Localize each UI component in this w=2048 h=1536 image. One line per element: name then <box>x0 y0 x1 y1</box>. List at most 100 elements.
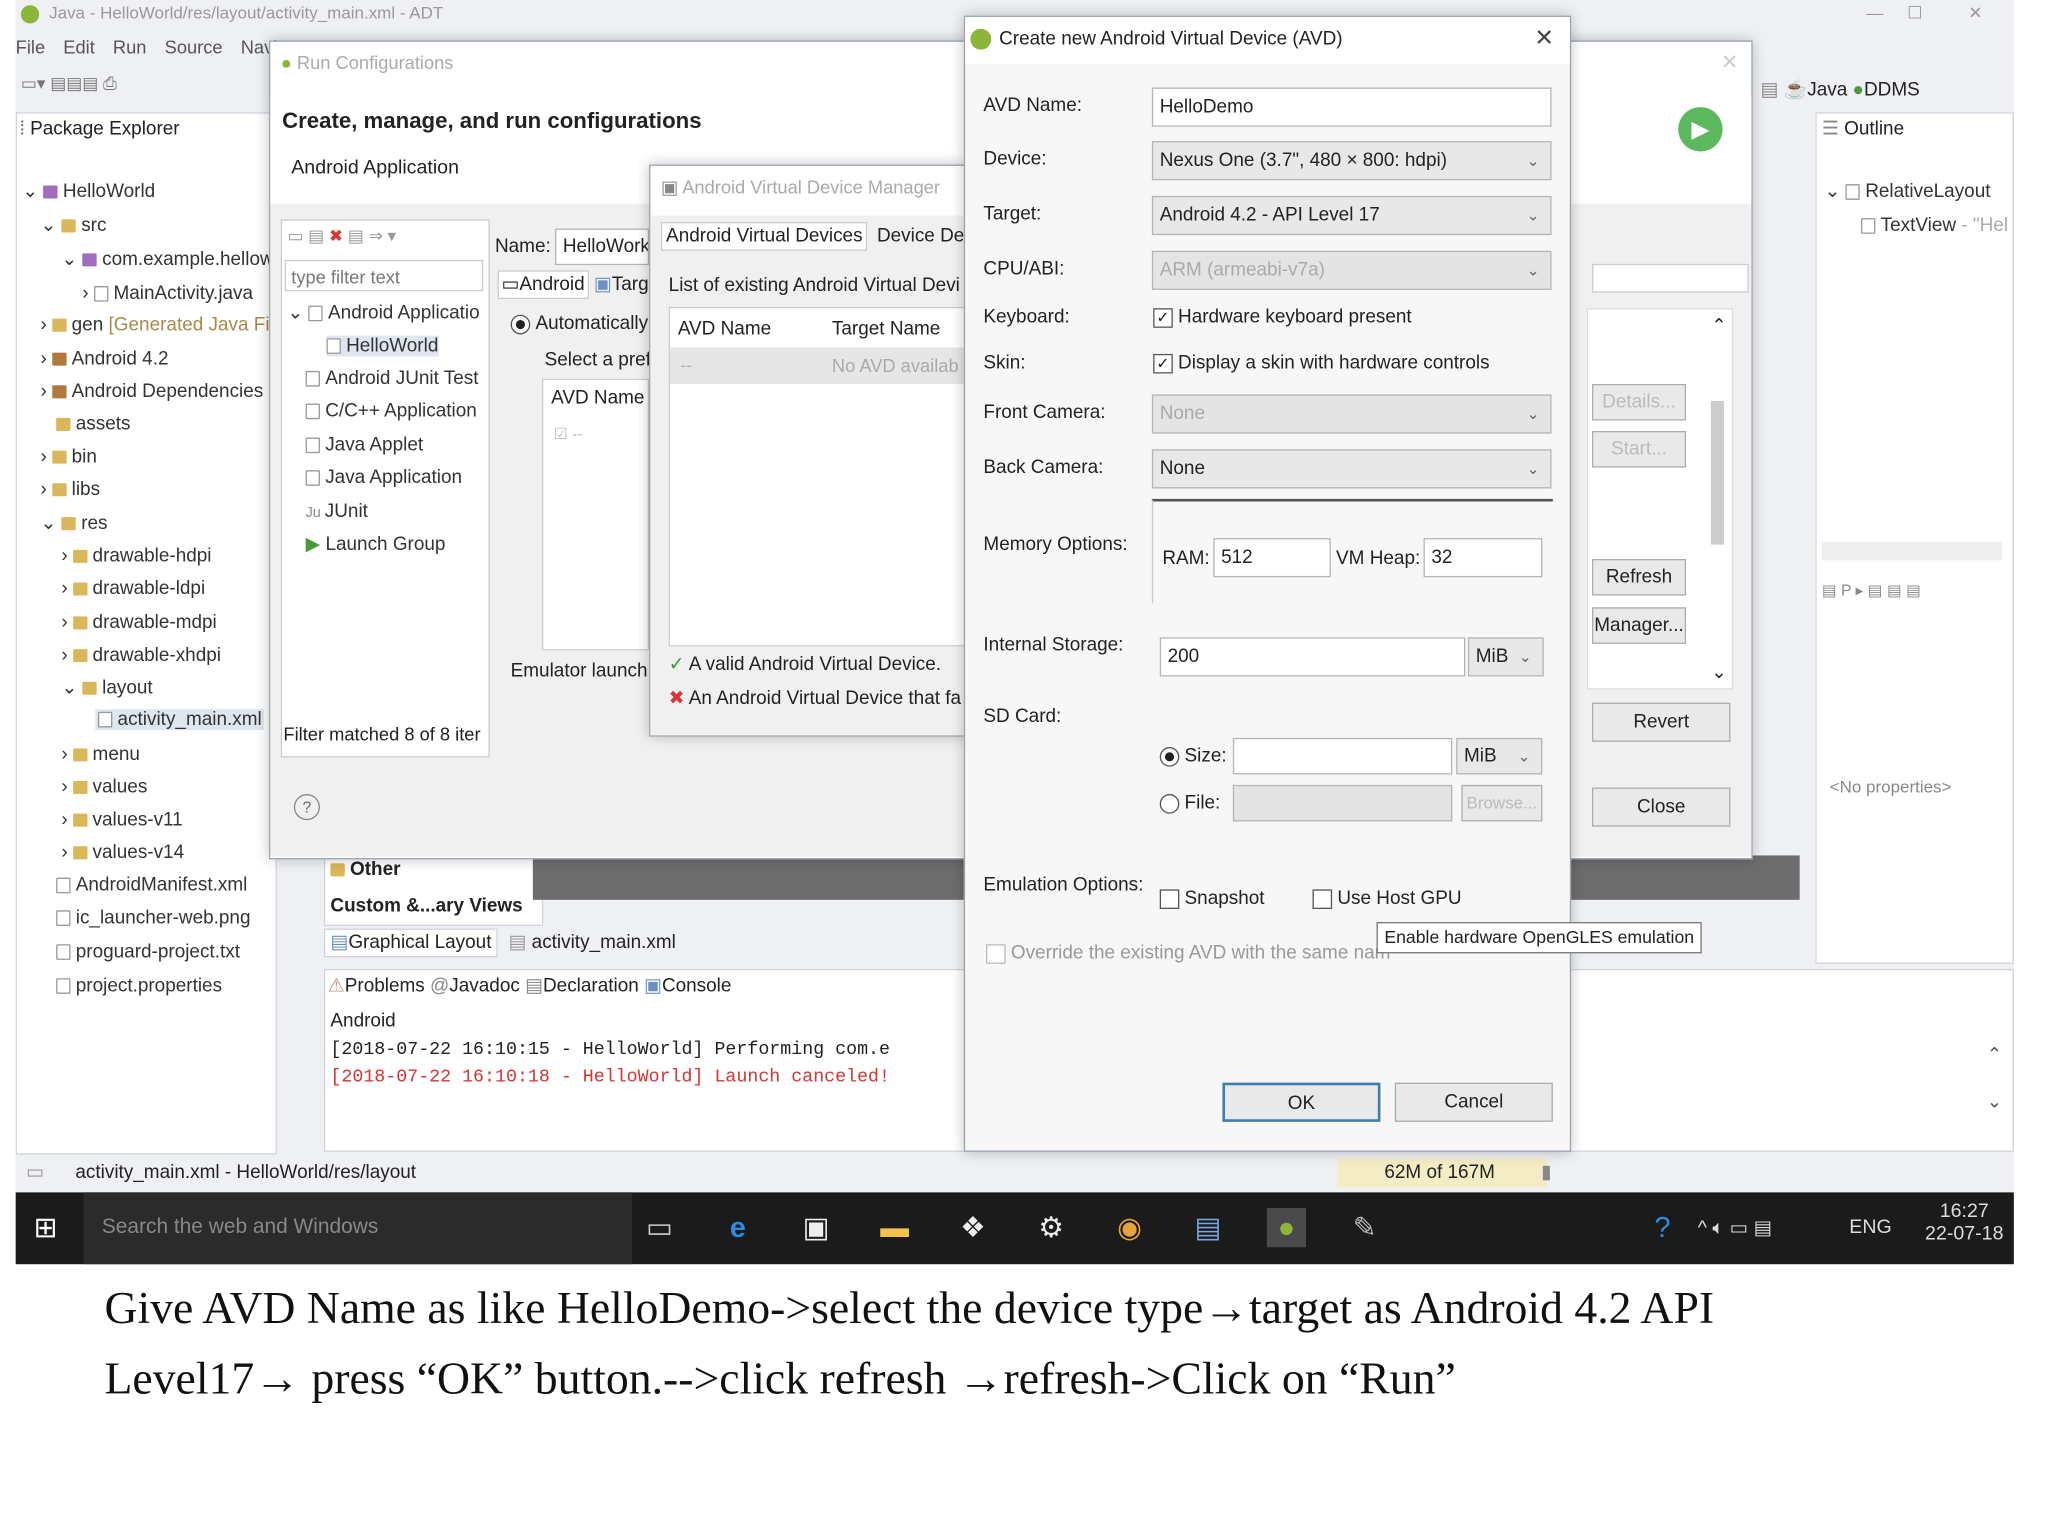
browse-button[interactable]: Browse... <box>1461 784 1543 822</box>
config-junit[interactable]: Ju JUnit <box>306 502 368 523</box>
windows-start-icon[interactable]: ⊞ <box>26 1208 65 1247</box>
auto-target-radio[interactable]: Automatically <box>510 313 648 334</box>
cancel-button[interactable]: Cancel <box>1394 1082 1553 1122</box>
edge-browser-icon[interactable]: e <box>718 1208 757 1247</box>
tree-values[interactable]: › values <box>61 777 147 798</box>
details-button[interactable]: Details... <box>1592 383 1687 421</box>
tree-res[interactable]: ⌄ res <box>40 513 107 534</box>
menu-source[interactable]: Source <box>165 37 223 58</box>
ok-button[interactable]: OK <box>1222 1082 1381 1122</box>
tree-project-properties[interactable]: project.properties <box>56 976 222 996</box>
tab-graphical-layout[interactable]: ▤Graphical Layout <box>323 928 499 958</box>
tab-declaration[interactable]: ▤Declaration <box>525 976 639 997</box>
avd-list-row[interactable]: -- No AVD availab <box>669 347 970 384</box>
tree-values-v11[interactable]: › values-v11 <box>61 810 182 831</box>
tree-manifest[interactable]: AndroidManifest.xml <box>56 875 247 896</box>
chrome-icon[interactable]: ◉ <box>1110 1208 1149 1247</box>
dropbox-icon[interactable]: ❖ <box>953 1208 992 1247</box>
console-scroll-up-icon[interactable]: ⌃ <box>1987 1043 2002 1065</box>
task-view-icon[interactable]: ▭ <box>640 1208 679 1247</box>
target-select[interactable]: Android 4.2 - API Level 17 ⌄ <box>1151 195 1552 236</box>
avd-name-input[interactable]: HelloDemo <box>1151 87 1552 127</box>
tree-drawable-xhdpi[interactable]: › drawable-xhdpi <box>61 645 221 666</box>
package-explorer-tab[interactable]: ⁞ Package Explorer <box>20 119 180 140</box>
tree-proguard[interactable]: proguard-project.txt <box>56 942 240 963</box>
file-explorer-icon[interactable]: ▬ <box>875 1208 914 1247</box>
menu-file[interactable]: File <box>16 37 45 58</box>
help-icon[interactable]: ? <box>293 794 320 821</box>
palette-custom-views[interactable]: Custom &...ary Views <box>330 896 522 917</box>
perspective-java[interactable]: ☕Java <box>1784 80 1848 101</box>
palette-other[interactable]: Other <box>330 859 401 880</box>
sdcard-file-radio[interactable]: File: <box>1159 793 1220 814</box>
config-filter-input[interactable]: type filter text <box>284 259 484 292</box>
outline-textview[interactable]: TextView - "Hel <box>1861 215 2008 236</box>
avd-select-row[interactable]: ☑ -- <box>554 424 583 442</box>
gc-icon[interactable]: ▮ <box>1541 1155 1551 1192</box>
tree-assets[interactable]: assets <box>56 414 130 435</box>
run-launch-icon[interactable]: ▶ <box>1678 107 1723 152</box>
tree-drawable-hdpi[interactable]: › drawable-hdpi <box>61 546 211 567</box>
list-scroll-up-icon[interactable]: ⌃ <box>1711 315 1726 337</box>
tab-target[interactable]: ▣Targ <box>594 274 649 295</box>
tab-android[interactable]: ▭Android <box>497 270 589 300</box>
skin-checkbox[interactable]: ✓ Display a skin with hardware controls <box>1153 353 1490 374</box>
taskbar-clock[interactable]: 16:27 22-07-18 <box>1925 1200 2003 1244</box>
tab-console[interactable]: ▣Console <box>644 976 731 997</box>
sdcard-size-input[interactable] <box>1232 737 1453 775</box>
perspective-ddms[interactable]: ●DDMS <box>1853 80 1920 101</box>
close-window-icon[interactable]: ✕ <box>1968 0 1982 26</box>
config-name-input[interactable]: HelloWork <box>555 228 650 266</box>
menu-edit[interactable]: Edit <box>63 37 95 58</box>
device-select[interactable]: Nexus One (3.7", 480 × 800: hdpi) ⌄ <box>1151 141 1552 181</box>
new-icon[interactable]: ▭▾ <box>21 73 46 93</box>
internal-storage-unit[interactable]: MiB ⌄ <box>1467 637 1544 677</box>
menu-run[interactable]: Run <box>113 37 147 58</box>
config-launch-group[interactable]: ▶ Launch Group <box>306 534 446 555</box>
word-icon[interactable]: ▤ <box>1188 1208 1227 1247</box>
tab-android-virtual-devices[interactable]: Android Virtual Devices <box>660 222 868 251</box>
back-camera-select[interactable]: None ⌄ <box>1151 449 1552 489</box>
internal-storage-input[interactable]: 200 <box>1159 637 1466 677</box>
tab-javadoc[interactable]: @Javadoc <box>430 976 520 997</box>
ram-input[interactable]: 512 <box>1213 538 1331 578</box>
close-button[interactable]: Close <box>1592 787 1731 827</box>
manager-button[interactable]: Manager... <box>1592 607 1687 644</box>
tab-problems[interactable]: ⚠Problems <box>328 976 425 997</box>
list-scrollbar[interactable] <box>1710 400 1724 545</box>
override-checkbox[interactable]: Override the existing AVD with the same … <box>986 943 1390 964</box>
outline-relativelayout[interactable]: ⌄ RelativeLayout <box>1824 182 1990 203</box>
tree-android42[interactable]: › Android 4.2 <box>40 349 168 370</box>
minimize-icon[interactable]: — <box>1866 0 1883 26</box>
tree-drawable-mdpi[interactable]: › drawable-mdpi <box>61 613 216 634</box>
tree-launcher-png[interactable]: ic_launcher-web.png <box>56 908 251 929</box>
tree-mainactivity[interactable]: › MainActivity.java <box>82 283 253 304</box>
config-android-app[interactable]: ⌄ Android Applicatio <box>287 303 479 324</box>
adt-eclipse-icon[interactable]: ● <box>1266 1208 1306 1248</box>
start-button[interactable]: Start... <box>1592 430 1687 468</box>
cpu-abi-select[interactable]: ARM (armeabi-v7a) ⌄ <box>1151 250 1552 290</box>
sdcard-size-radio[interactable]: Size: <box>1159 746 1227 767</box>
vmheap-input[interactable]: 32 <box>1423 538 1543 578</box>
tree-gen[interactable]: › gen [Generated Java Fi <box>40 315 269 336</box>
refresh-button[interactable]: Refresh <box>1592 558 1687 596</box>
outline-tab[interactable]: ☰ Outline <box>1822 119 1904 140</box>
tree-dependencies[interactable]: › Android Dependencies <box>40 381 263 402</box>
tree-activity-main[interactable]: activity_main.xml <box>95 709 265 731</box>
front-camera-select[interactable]: None ⌄ <box>1151 394 1552 434</box>
tree-libs[interactable]: › libs <box>40 479 100 500</box>
config-java-applet[interactable]: Java Applet <box>305 435 423 456</box>
snapshot-checkbox[interactable]: Snapshot <box>1159 888 1265 909</box>
console-scroll-down-icon[interactable]: ⌄ <box>1987 1091 2002 1113</box>
tree-layout[interactable]: ⌄ layout <box>61 678 152 699</box>
taskbar-search-box[interactable]: Search the web and Windows <box>83 1192 633 1265</box>
tree-drawable-ldpi[interactable]: › drawable-ldpi <box>61 579 205 600</box>
revert-button[interactable]: Revert <box>1592 702 1731 742</box>
print-icon[interactable]: ⎙ <box>103 73 117 93</box>
tree-menu[interactable]: › menu <box>61 744 140 765</box>
tree-project[interactable]: ⌄ HelloWorld <box>22 182 155 203</box>
run-config-close-icon[interactable]: ✕ <box>1721 50 1739 76</box>
tree-src[interactable]: ⌄ src <box>40 215 106 236</box>
config-junit-test[interactable]: Android JUnit Test <box>305 368 479 389</box>
config-cpp-app[interactable]: C/C++ Application <box>305 401 477 422</box>
